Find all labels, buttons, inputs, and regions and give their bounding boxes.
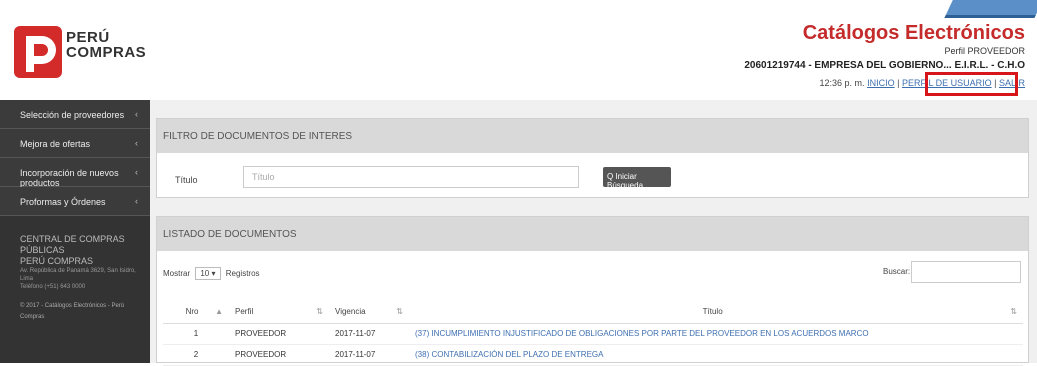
search-button[interactable]: Q Iniciar Búsqueda <box>603 167 671 190</box>
cell-vigencia: 2017-11-07 <box>329 344 409 366</box>
info-address: Av. República de Panamá 3629, San Isidro… <box>20 268 136 282</box>
cell-titulo-link[interactable]: (37) INCUMPLIMIENTO INJUSTIFICADO DE OBL… <box>409 323 1023 345</box>
cell-perfil: PROVEEDOR <box>229 323 329 345</box>
page-size-control: Mostrar 10 ▾ Registros <box>163 267 260 280</box>
cell-nro: 2 <box>163 344 229 366</box>
column-header-vigencia[interactable]: Vigencia ⇅ <box>329 301 409 324</box>
table-row: 2 PROVEEDOR 2017-11-07 (38) CONTABILIZAC… <box>163 344 1023 366</box>
cell-perfil: PROVEEDOR <box>229 344 329 366</box>
sort-icon: ⇅ <box>396 307 403 317</box>
chevron-left-icon: ‹ <box>135 109 138 119</box>
cell-vigencia: 2017-11-07 <box>329 323 409 345</box>
sort-icon: ⇅ <box>316 307 323 317</box>
sidebar-info: CENTRAL DE COMPRAS PÚBLICAS PERÚ COMPRAS… <box>0 216 150 323</box>
buscar-input[interactable] <box>911 261 1021 283</box>
current-time: 12:36 p. m. <box>819 78 865 88</box>
filter-panel-heading: FILTRO DE DOCUMENTOS DE INTERES <box>157 119 1028 153</box>
info-title: CENTRAL DE COMPRAS PÚBLICAS <box>20 234 125 255</box>
sidebar-item-seleccion[interactable]: Selección de proveedores ‹ <box>0 100 150 129</box>
chevron-left-icon: ‹ <box>135 138 138 148</box>
documents-panel: LISTADO DE DOCUMENTOS Mostrar 10 ▾ Regis… <box>156 216 1030 366</box>
header: PERÚ COMPRAS Catálogos Electrónicos Perf… <box>0 0 1037 100</box>
sidebar-item-label: Proformas y Órdenes <box>20 197 106 207</box>
column-header-titulo[interactable]: Título ⇅ <box>409 301 1023 324</box>
sidebar-item-proformas[interactable]: Proformas y Órdenes ‹ <box>0 187 150 216</box>
highlight-box <box>925 72 1018 96</box>
sidebar: Selección de proveedores ‹ Mejora de ofe… <box>0 100 150 363</box>
copyright: © 2017 - Catálogos Electrónicos - Perú C… <box>20 303 125 320</box>
info-subtitle: PERÚ COMPRAS <box>20 256 94 266</box>
table-header-row: Nro ▲ Perfil ⇅ Vigencia ⇅ Título ⇅ <box>163 301 1023 324</box>
chevron-left-icon: ‹ <box>135 167 138 177</box>
documents-table: Nro ▲ Perfil ⇅ Vigencia ⇅ Título ⇅ 1 PROVEED… <box>163 301 1023 366</box>
buscar-label: Buscar: <box>883 267 911 276</box>
page-size-select[interactable]: 10 ▾ <box>195 267 221 280</box>
documents-panel-heading: LISTADO DE DOCUMENTOS <box>157 217 1028 251</box>
app-title: Catálogos Electrónicos <box>802 22 1025 44</box>
sidebar-item-label: Incorporación de nuevos productos <box>20 168 119 188</box>
sort-icon: ⇅ <box>1010 307 1017 317</box>
sidebar-item-incorporacion[interactable]: Incorporación de nuevos productos ‹ <box>0 158 150 188</box>
cell-nro: 1 <box>163 323 229 345</box>
inicio-link[interactable]: INICIO <box>867 78 895 88</box>
company-name: 20601219744 - EMPRESA DEL GOBIERNO... E.… <box>744 60 1025 71</box>
sidebar-item-mejora[interactable]: Mejora de ofertas ‹ <box>0 129 150 158</box>
header-decoration <box>944 0 1037 18</box>
column-header-nro[interactable]: Nro ▲ <box>163 301 229 324</box>
filter-panel: FILTRO DE DOCUMENTOS DE INTERES Título T… <box>156 118 1029 198</box>
cell-titulo-link[interactable]: (38) CONTABILIZACIÓN DEL PLAZO DE ENTREG… <box>409 344 1023 366</box>
sidebar-item-label: Selección de proveedores <box>20 110 125 120</box>
sort-icon: ▲ <box>215 307 223 317</box>
info-phone: Teléfono (+51) 643 0000 <box>20 284 86 290</box>
titulo-input[interactable]: Título <box>243 166 579 188</box>
brand-name: PERÚ COMPRAS <box>66 29 147 61</box>
main-content: FILTRO DE DOCUMENTOS DE INTERES Título T… <box>150 100 1037 366</box>
chevron-left-icon: ‹ <box>135 196 138 206</box>
titulo-label: Título <box>175 175 198 185</box>
table-controls: Mostrar 10 ▾ Registros Buscar: <box>157 251 1030 291</box>
table-row: 1 PROVEEDOR 2017-11-07 (37) INCUMPLIMIEN… <box>163 323 1023 345</box>
user-profile-type: Perfil PROVEEDOR <box>944 46 1025 56</box>
sidebar-item-label: Mejora de ofertas <box>20 139 91 149</box>
column-header-perfil[interactable]: Perfil ⇅ <box>229 301 329 324</box>
